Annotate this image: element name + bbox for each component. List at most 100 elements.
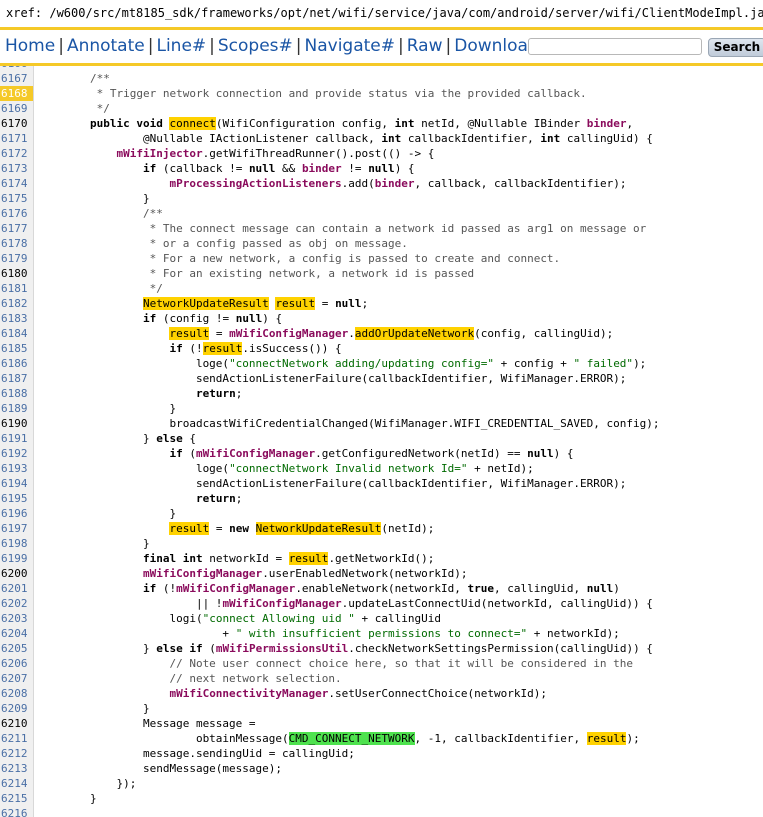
code-text: message.sendingUid = callingUid; bbox=[37, 747, 355, 760]
line-number-link[interactable]: 6213 bbox=[0, 761, 33, 776]
code-text: } else { bbox=[37, 432, 196, 445]
line-number-link[interactable]: 6176 bbox=[0, 206, 33, 221]
code-line: 6205 } else if (mWifiPermissionsUtil.che… bbox=[0, 641, 653, 656]
line-number-link[interactable]: 6194 bbox=[0, 476, 33, 491]
search-button[interactable]: Search bbox=[708, 38, 763, 57]
code-text: return; bbox=[195, 492, 243, 505]
line-number-link[interactable]: 6191 bbox=[0, 431, 33, 446]
code-text: if (!result.isSuccess()) { bbox=[169, 342, 342, 355]
line-number-link[interactable]: 6196 bbox=[0, 506, 33, 521]
code-line: 6203 logi("connect Allowing uid " + call… bbox=[0, 611, 441, 626]
line-number-link[interactable]: 6203 bbox=[0, 611, 33, 626]
line-number-link[interactable]: 6206 bbox=[0, 656, 33, 671]
nav-line-numbers-link[interactable]: Line# bbox=[156, 36, 206, 56]
code-line: 6191 } else { bbox=[0, 431, 196, 446]
nav-navigate-link[interactable]: Navigate# bbox=[305, 36, 396, 56]
line-number-link[interactable]: 6215 bbox=[0, 791, 33, 806]
line-number-link[interactable]: 6180 bbox=[0, 266, 33, 281]
line-number-link[interactable]: 6179 bbox=[0, 251, 33, 266]
line-number-link[interactable]: 6214 bbox=[0, 776, 33, 791]
nav-download-link[interactable]: Download bbox=[454, 36, 539, 56]
line-number-link[interactable]: 6198 bbox=[0, 536, 33, 551]
line-number-link[interactable]: 6181 bbox=[0, 281, 33, 296]
code-text: /** bbox=[37, 207, 163, 220]
nav-annotate-link[interactable]: Annotate bbox=[67, 36, 145, 56]
nav-home-link[interactable]: Home bbox=[5, 36, 55, 56]
line-number-link[interactable]: 6189 bbox=[0, 401, 33, 416]
code-text: + " with insufficient permissions to con… bbox=[37, 627, 620, 640]
code-line: 6189 } bbox=[0, 401, 176, 416]
line-number-link[interactable]: 6201 bbox=[0, 581, 33, 596]
search-input[interactable] bbox=[528, 38, 702, 55]
line-number-link[interactable]: 6173 bbox=[0, 161, 33, 176]
code-line: 6211 obtainMessage(CMD_CONNECT_NETWORK, … bbox=[0, 731, 640, 746]
code-line: 6201 if (!mWifiConfigManager.enableNetwo… bbox=[0, 581, 620, 596]
code-text: } bbox=[37, 402, 177, 415]
source-code-view: 61666167 /**6168 * Trigger network conne… bbox=[0, 66, 763, 817]
line-number-link[interactable]: 6172 bbox=[0, 146, 33, 161]
code-line: 6174 mProcessingActionListeners.add(bind… bbox=[0, 176, 626, 191]
nav-scopes-link[interactable]: Scopes# bbox=[218, 36, 293, 56]
line-number-link[interactable]: 6208 bbox=[0, 686, 33, 701]
code-line: 6208 mWifiConnectivityManager.setUserCon… bbox=[0, 686, 547, 701]
line-number-link[interactable]: 6182 bbox=[0, 296, 33, 311]
code-line: 6190 broadcastWifiCredentialChanged(Wifi… bbox=[0, 416, 660, 431]
code-line: 6212 message.sendingUid = callingUid; bbox=[0, 746, 355, 761]
code-line: 6213 sendMessage(message); bbox=[0, 761, 282, 776]
code-line: 6199 final int networkId = result.getNet… bbox=[0, 551, 434, 566]
line-number-link[interactable]: 6211 bbox=[0, 731, 33, 746]
code-line: 6207 // next network selection. bbox=[0, 671, 342, 686]
code-line: 6197 result = new NetworkUpdateResult(ne… bbox=[0, 521, 434, 536]
line-number-link[interactable]: 6171 bbox=[0, 131, 33, 146]
line-number-link[interactable]: 6177 bbox=[0, 221, 33, 236]
line-number-link[interactable]: 6167 bbox=[0, 71, 33, 86]
line-number-link[interactable]: 6199 bbox=[0, 551, 33, 566]
code-line: 6198 } bbox=[0, 536, 150, 551]
nav-separator: | bbox=[58, 36, 64, 56]
line-number-link[interactable]: 6193 bbox=[0, 461, 33, 476]
code-text: mProcessingActionListeners.add(binder, c… bbox=[169, 177, 627, 190]
code-text: }); bbox=[37, 777, 137, 790]
line-number-link[interactable]: 6216 bbox=[0, 806, 33, 817]
line-number-link[interactable]: 6170 bbox=[0, 116, 33, 131]
code-text: mWifiInjector.getWifiThreadRunner().post… bbox=[116, 147, 435, 160]
code-line: 6175 } bbox=[0, 191, 150, 206]
code-text: || !mWifiConfigManager.updateLastConnect… bbox=[37, 597, 653, 610]
line-number-link[interactable]: 6209 bbox=[0, 701, 33, 716]
line-number-link[interactable]: 6174 bbox=[0, 176, 33, 191]
code-text: * or a config passed as obj on message. bbox=[37, 237, 408, 250]
line-number-link[interactable]: 6169 bbox=[0, 101, 33, 116]
line-number-link[interactable]: 6197 bbox=[0, 521, 33, 536]
line-number-link[interactable]: 6186 bbox=[0, 356, 33, 371]
line-number-link[interactable]: 6192 bbox=[0, 446, 33, 461]
line-number-link[interactable]: 6168 bbox=[0, 86, 33, 101]
line-number-link[interactable]: 6185 bbox=[0, 341, 33, 356]
line-number-link[interactable]: 6188 bbox=[0, 386, 33, 401]
line-number-link[interactable]: 6183 bbox=[0, 311, 33, 326]
line-number-link[interactable]: 6202 bbox=[0, 596, 33, 611]
code-line: 6172 mWifiInjector.getWifiThreadRunner()… bbox=[0, 146, 434, 161]
line-number-link[interactable]: 6187 bbox=[0, 371, 33, 386]
code-text: loge("connectNetwork Invalid network Id=… bbox=[37, 462, 534, 475]
line-number-link[interactable]: 6190 bbox=[0, 416, 33, 431]
code-text: * For an existing network, a network id … bbox=[37, 267, 475, 280]
code-text: sendActionListenerFailure(callbackIdenti… bbox=[37, 477, 627, 490]
line-number-link[interactable]: 6204 bbox=[0, 626, 33, 641]
line-number-link[interactable]: 6207 bbox=[0, 671, 33, 686]
code-text: mWifiConnectivityManager.setUserConnectC… bbox=[169, 687, 547, 700]
line-number-link[interactable]: 6175 bbox=[0, 191, 33, 206]
code-text: if (!mWifiConfigManager.enableNetwork(ne… bbox=[142, 582, 620, 595]
line-number-link[interactable]: 6212 bbox=[0, 746, 33, 761]
line-number-link[interactable]: 6200 bbox=[0, 566, 33, 581]
code-line: 6171 @Nullable IActionListener callback,… bbox=[0, 131, 653, 146]
code-line: 6177 * The connect message can contain a… bbox=[0, 221, 646, 236]
code-line: 6167 /** bbox=[0, 71, 110, 86]
code-text: result = mWifiConfigManager.addOrUpdateN… bbox=[169, 327, 614, 340]
code-line: 6215 } bbox=[0, 791, 97, 806]
line-number-link[interactable]: 6178 bbox=[0, 236, 33, 251]
nav-raw-link[interactable]: Raw bbox=[407, 36, 443, 56]
line-number-link[interactable]: 6195 bbox=[0, 491, 33, 506]
line-number-link[interactable]: 6205 bbox=[0, 641, 33, 656]
line-number-link[interactable]: 6210 bbox=[0, 716, 33, 731]
line-number-link[interactable]: 6184 bbox=[0, 326, 33, 341]
